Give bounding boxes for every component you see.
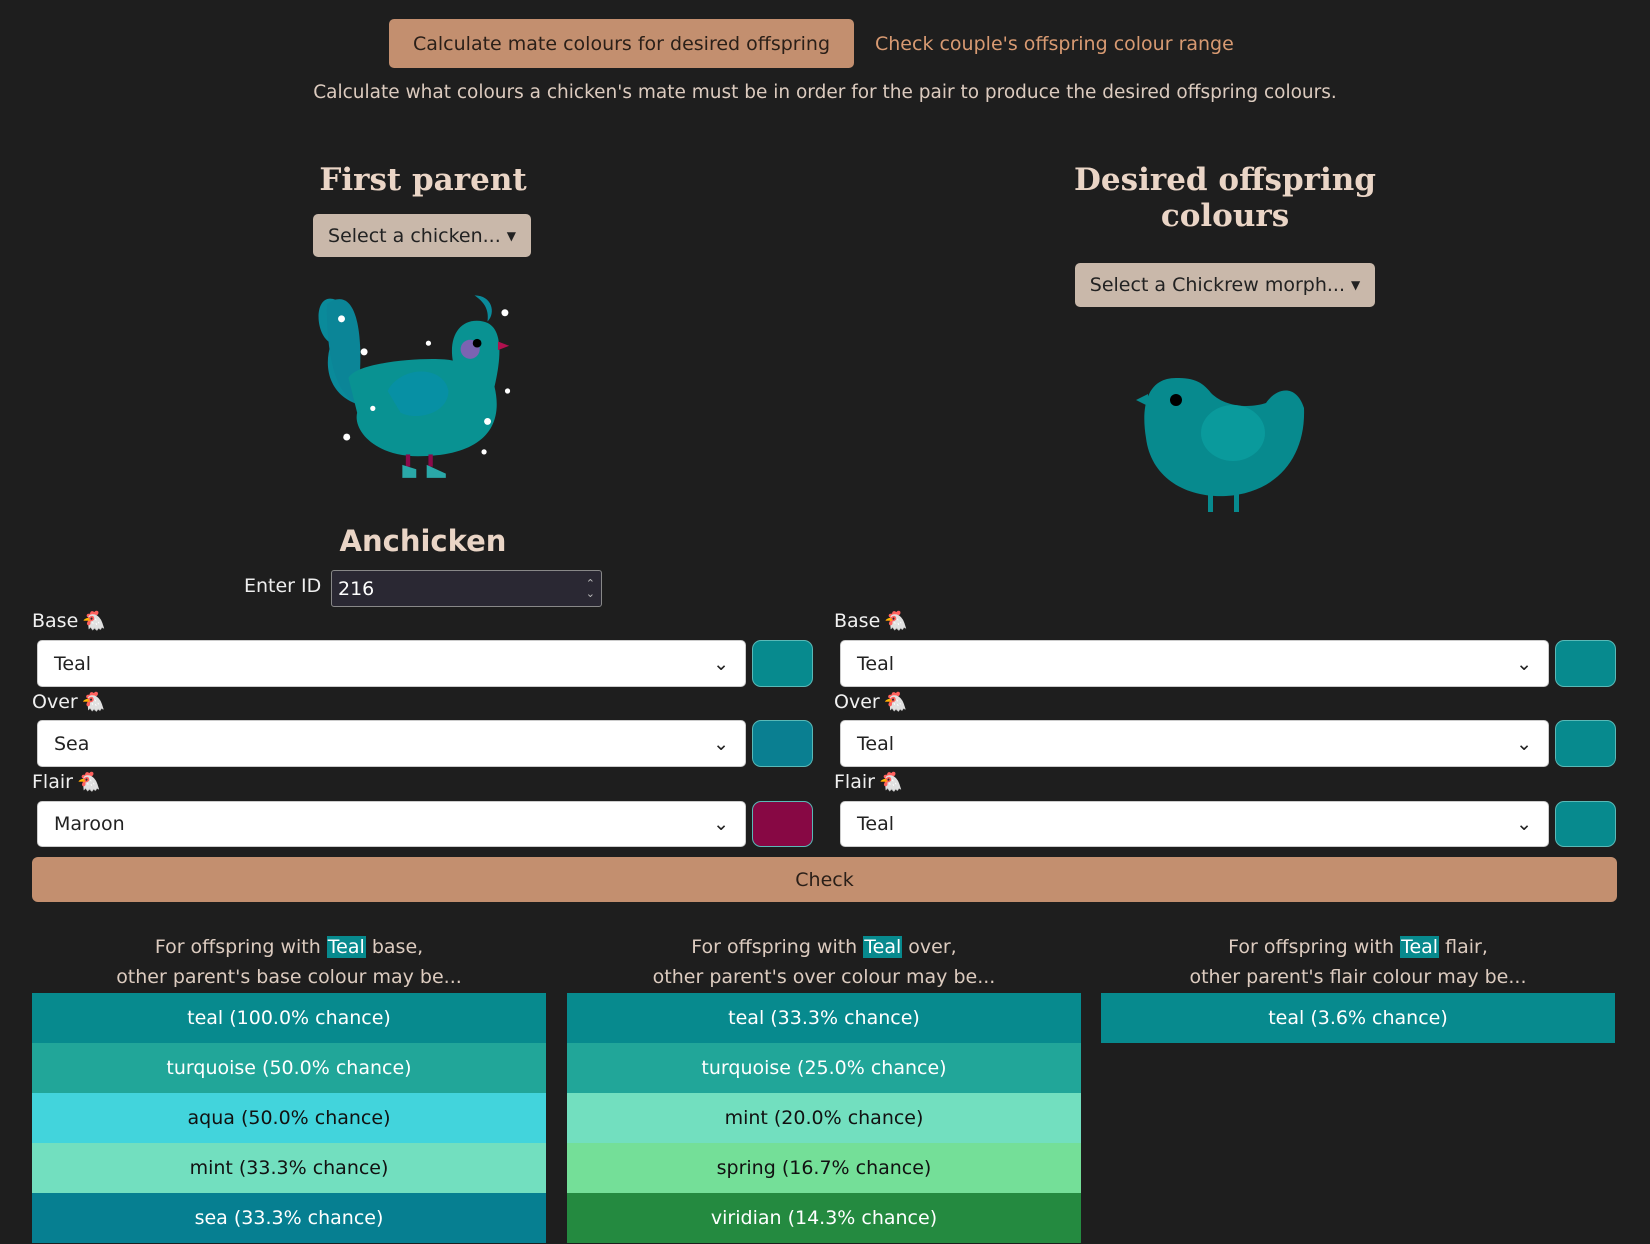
offspring-flair-swatch: [1555, 801, 1616, 847]
result-row: mint (33.3% chance): [32, 1143, 546, 1193]
result-row: turquoise (50.0% chance): [32, 1043, 546, 1093]
heading-text: For offspring with: [1228, 936, 1401, 958]
result-row: aqua (50.0% chance): [32, 1093, 546, 1143]
selected-value: Maroon: [54, 813, 125, 835]
heading-text: For offspring with: [691, 936, 864, 958]
label-text: Flair: [32, 770, 73, 793]
id-value: 216: [338, 577, 375, 600]
base-label: Base 🐔: [32, 609, 106, 633]
dropdown-label: Select a Chickrew morph...: [1089, 274, 1345, 296]
heading-text: other parent's base colour may be...: [116, 966, 462, 988]
over-colour-swatch: [752, 720, 813, 767]
heading-text: base,: [365, 936, 424, 958]
result-row: mint (20.0% chance): [567, 1093, 1081, 1143]
label-text: Base: [32, 609, 79, 632]
result-row: turquoise (25.0% chance): [567, 1043, 1081, 1093]
label-text: Flair: [834, 770, 875, 793]
select-chicken-dropdown[interactable]: Select a chicken... ▼: [313, 214, 531, 257]
result-column: For offspring with Teal over, other paren…: [567, 932, 1081, 1243]
tab-calculate-mate-colours[interactable]: Calculate mate colours for desired offsp…: [389, 19, 854, 68]
result-row: teal (3.6% chance): [1101, 993, 1615, 1043]
chicken-id-input[interactable]: 216 ⌃ ⌄: [331, 570, 602, 607]
label-text: Over: [834, 690, 880, 713]
chicken-icon: 🐔: [878, 771, 903, 793]
result-heading: For offspring with Teal flair, other pare…: [1101, 932, 1615, 992]
select-morph-dropdown[interactable]: Select a Chickrew morph... ▼: [1075, 263, 1375, 307]
chevron-down-icon: ⌄: [713, 813, 729, 835]
selected-value: Teal: [857, 652, 894, 675]
chick-image: [1136, 378, 1305, 512]
flair-colour-select[interactable]: Maroon ⌄: [37, 801, 746, 847]
result-list: teal (100.0% chance) turquoise (50.0% cha…: [32, 993, 546, 1243]
flair-label: Flair 🐔: [834, 770, 903, 794]
result-row: spring (16.7% chance): [567, 1143, 1081, 1193]
result-heading: For offspring with Teal over, other paren…: [567, 932, 1081, 992]
caret-down-icon: ▼: [1350, 278, 1361, 292]
chevron-down-icon: ⌄: [1516, 652, 1532, 675]
result-row: teal (33.3% chance): [567, 993, 1081, 1043]
caret-down-icon: ▼: [506, 228, 516, 243]
enter-id-label: Enter ID: [244, 575, 322, 597]
over-colour-select[interactable]: Sea ⌄: [37, 720, 746, 767]
chicken-icon: 🐔: [76, 771, 101, 793]
base-colour-select[interactable]: Teal ⌄: [37, 640, 746, 687]
check-button[interactable]: Check: [32, 857, 1617, 902]
spinner-icon[interactable]: ⌃ ⌄: [586, 578, 595, 599]
rainbow-chicken-icon: 🐔: [82, 610, 106, 632]
chevron-down-icon: ⌄: [713, 652, 729, 675]
heading-text: over,: [902, 936, 957, 958]
rainbow-chicken-icon: 🐔: [883, 691, 908, 713]
offspring-over-swatch: [1555, 720, 1616, 767]
heading-text: flair,: [1439, 936, 1488, 958]
result-column: For offspring with Teal base, other paren…: [32, 932, 546, 1243]
chevron-down-icon: ⌄: [1516, 732, 1532, 755]
result-row: teal (100.0% chance): [32, 993, 546, 1043]
tab-check-offspring-range[interactable]: Check couple's offspring colour range: [875, 19, 1234, 68]
selected-value: Teal: [857, 813, 894, 835]
result-row: sea (33.3% chance): [32, 1193, 546, 1243]
result-list: teal (33.3% chance) turquoise (25.0% chan…: [567, 993, 1081, 1243]
highlighted-colour: Teal: [1400, 936, 1440, 958]
selected-value: Teal: [857, 732, 894, 755]
offspring-base-select[interactable]: Teal ⌄: [840, 640, 1549, 687]
flair-label: Flair 🐔: [32, 770, 101, 794]
base-colour-swatch: [752, 640, 813, 687]
chevron-down-icon: ⌄: [1516, 813, 1532, 835]
heading-text: For offspring with: [154, 936, 327, 958]
chevron-down-icon: ⌄: [713, 732, 729, 755]
label-text: Base: [834, 609, 881, 632]
first-parent-heading: First parent: [319, 162, 527, 198]
heading-text: other parent's over colour may be...: [652, 966, 996, 988]
base-label: Base 🐔: [834, 609, 908, 633]
selected-value: Teal: [54, 652, 91, 675]
highlighted-colour: Teal: [326, 936, 366, 958]
chicken-name: Anchicken: [339, 524, 507, 558]
result-list: teal (3.6% chance): [1101, 993, 1615, 1043]
rainbow-chicken-icon: 🐔: [884, 610, 908, 632]
offspring-base-swatch: [1555, 640, 1616, 687]
offspring-heading: Desired offspring colours: [1074, 162, 1376, 234]
highlighted-colour: Teal: [863, 936, 903, 958]
offspring-over-select[interactable]: Teal ⌄: [840, 720, 1549, 767]
page-description: Calculate what colours a chicken's mate …: [313, 82, 1337, 103]
result-heading: For offspring with Teal base, other paren…: [32, 932, 546, 992]
selected-value: Sea: [54, 732, 90, 755]
result-row: viridian (14.3% chance): [567, 1193, 1081, 1243]
offspring-flair-select[interactable]: Teal ⌄: [840, 801, 1549, 847]
heading-text: other parent's flair colour may be...: [1189, 966, 1527, 988]
over-label: Over 🐔: [834, 690, 908, 714]
label-text: Over: [32, 690, 78, 713]
dropdown-label: Select a chicken...: [328, 224, 501, 247]
flair-colour-swatch: [752, 801, 813, 847]
rainbow-chicken-icon: 🐔: [81, 691, 106, 713]
chicken-image: [318, 295, 511, 478]
over-label: Over 🐔: [32, 690, 106, 714]
result-column: For offspring with Teal flair, other pare…: [1101, 932, 1615, 1043]
